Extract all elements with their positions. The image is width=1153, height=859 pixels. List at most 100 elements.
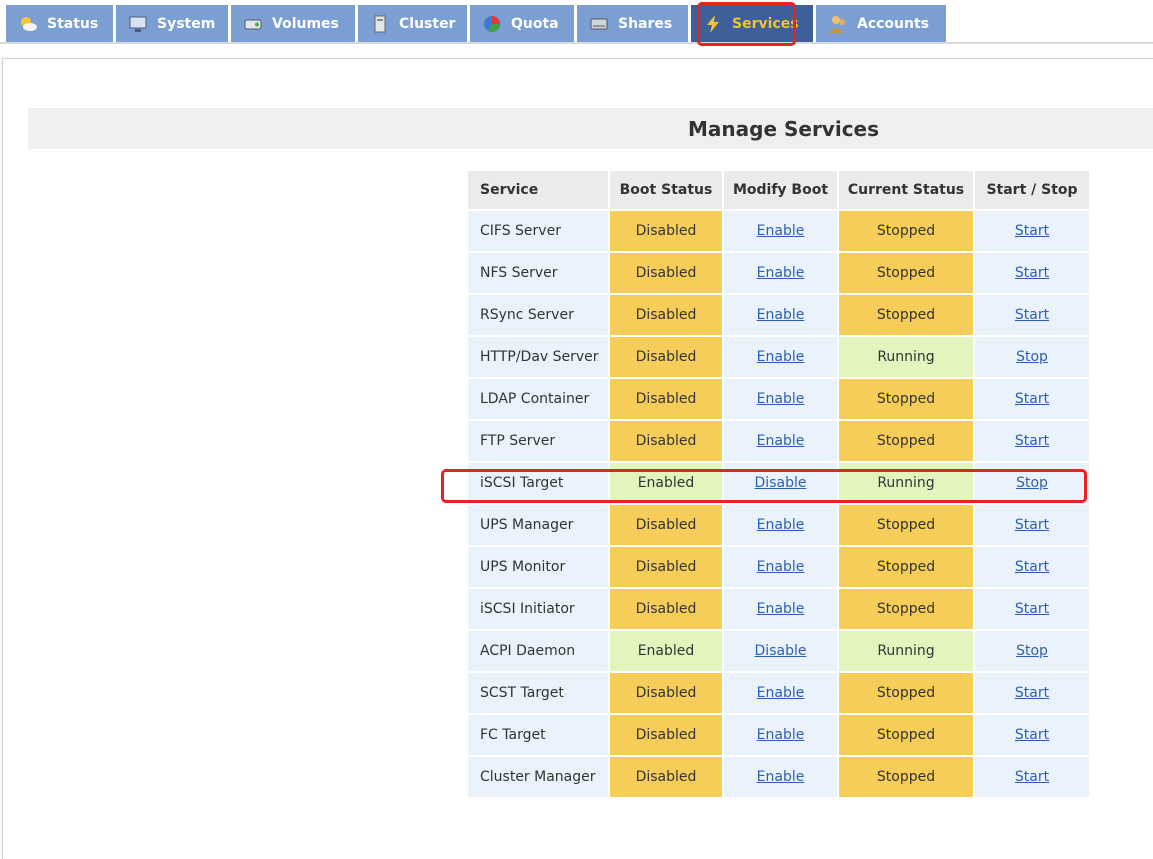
- stop-link[interactable]: Stop: [1016, 349, 1048, 365]
- table-row: FTP Server Disabled Enable Stopped Start: [468, 421, 1089, 461]
- start-stop-cell: Start: [975, 421, 1089, 461]
- tab-shares[interactable]: Shares: [577, 5, 688, 42]
- start-link[interactable]: Start: [1015, 559, 1049, 575]
- start-link[interactable]: Start: [1015, 727, 1049, 743]
- users-icon: [828, 14, 848, 34]
- modify-boot-cell: Enable: [724, 295, 837, 335]
- services-table: Service Boot Status Modify Boot Current …: [466, 169, 1091, 799]
- main-tab-bar: Status System Volumes Cluster Quota Shar…: [0, 0, 1153, 44]
- disable-boot-link[interactable]: Disable: [755, 643, 807, 659]
- drive-icon: [589, 14, 609, 34]
- start-link[interactable]: Start: [1015, 433, 1049, 449]
- lightning-icon: [703, 14, 723, 34]
- table-row: ACPI Daemon Enabled Disable Running Stop: [468, 631, 1089, 671]
- service-name: NFS Server: [468, 253, 608, 293]
- start-link[interactable]: Start: [1015, 307, 1049, 323]
- service-name: FC Target: [468, 715, 608, 755]
- tab-accounts[interactable]: Accounts: [816, 5, 946, 42]
- tab-label: Services: [732, 15, 799, 32]
- start-link[interactable]: Start: [1015, 223, 1049, 239]
- start-stop-cell: Start: [975, 757, 1089, 797]
- current-status: Stopped: [839, 505, 973, 545]
- start-link[interactable]: Start: [1015, 769, 1049, 785]
- service-name: RSync Server: [468, 295, 608, 335]
- boot-status: Disabled: [610, 673, 722, 713]
- current-status: Stopped: [839, 253, 973, 293]
- disable-boot-link[interactable]: Disable: [755, 475, 807, 491]
- start-link[interactable]: Start: [1015, 517, 1049, 533]
- enable-boot-link[interactable]: Enable: [757, 685, 805, 701]
- service-name: LDAP Container: [468, 379, 608, 419]
- enable-boot-link[interactable]: Enable: [757, 727, 805, 743]
- disk-icon: [243, 14, 263, 34]
- stop-link[interactable]: Stop: [1016, 475, 1048, 491]
- table-row: UPS Monitor Disabled Enable Stopped Start: [468, 547, 1089, 587]
- table-row: iSCSI Target Enabled Disable Running Stop: [468, 463, 1089, 503]
- table-row: LDAP Container Disabled Enable Stopped Start: [468, 379, 1089, 419]
- enable-boot-link[interactable]: Enable: [757, 349, 805, 365]
- header-modify-boot: Modify Boot: [724, 171, 837, 209]
- boot-status: Disabled: [610, 547, 722, 587]
- start-stop-cell: Start: [975, 547, 1089, 587]
- start-stop-cell: Start: [975, 295, 1089, 335]
- table-row: iSCSI Initiator Disabled Enable Stopped Star…: [468, 589, 1089, 629]
- current-status: Stopped: [839, 421, 973, 461]
- enable-boot-link[interactable]: Enable: [757, 517, 805, 533]
- start-link[interactable]: Start: [1015, 391, 1049, 407]
- tab-label: Accounts: [857, 15, 930, 32]
- modify-boot-cell: Enable: [724, 421, 837, 461]
- tab-label: Quota: [511, 15, 559, 32]
- table-row: HTTP/Dav Server Disabled Enable Running Stop: [468, 337, 1089, 377]
- service-name: Cluster Manager: [468, 757, 608, 797]
- service-name: CIFS Server: [468, 211, 608, 251]
- page-title: Manage Services: [688, 117, 880, 141]
- start-stop-cell: Start: [975, 589, 1089, 629]
- enable-boot-link[interactable]: Enable: [757, 307, 805, 323]
- modify-boot-cell: Enable: [724, 715, 837, 755]
- boot-status: Enabled: [610, 463, 722, 503]
- boot-status: Disabled: [610, 253, 722, 293]
- boot-status: Enabled: [610, 631, 722, 671]
- tab-system[interactable]: System: [116, 5, 228, 42]
- header-service: Service: [468, 171, 608, 209]
- enable-boot-link[interactable]: Enable: [757, 559, 805, 575]
- start-link[interactable]: Start: [1015, 601, 1049, 617]
- header-start-stop: Start / Stop: [975, 171, 1089, 209]
- server-icon: [370, 14, 390, 34]
- tab-cluster[interactable]: Cluster: [358, 5, 467, 42]
- current-status: Running: [839, 337, 973, 377]
- enable-boot-link[interactable]: Enable: [757, 769, 805, 785]
- stop-link[interactable]: Stop: [1016, 643, 1048, 659]
- current-status: Stopped: [839, 211, 973, 251]
- table-row: UPS Manager Disabled Enable Stopped Start: [468, 505, 1089, 545]
- start-stop-cell: Start: [975, 505, 1089, 545]
- service-name: UPS Manager: [468, 505, 608, 545]
- enable-boot-link[interactable]: Enable: [757, 265, 805, 281]
- start-link[interactable]: Start: [1015, 685, 1049, 701]
- enable-boot-link[interactable]: Enable: [757, 433, 805, 449]
- table-row: Cluster Manager Disabled Enable Stopped Star…: [468, 757, 1089, 797]
- tab-services[interactable]: Services: [691, 5, 813, 42]
- boot-status: Disabled: [610, 337, 722, 377]
- current-status: Stopped: [839, 673, 973, 713]
- tab-label: Shares: [618, 15, 673, 32]
- table-row: SCST Target Disabled Enable Stopped Start: [468, 673, 1089, 713]
- enable-boot-link[interactable]: Enable: [757, 223, 805, 239]
- table-header-row: Service Boot Status Modify Boot Current …: [468, 171, 1089, 209]
- tab-label: System: [157, 15, 216, 32]
- service-name: HTTP/Dav Server: [468, 337, 608, 377]
- tab-quota[interactable]: Quota: [470, 5, 574, 42]
- tab-status[interactable]: Status: [6, 5, 113, 42]
- start-link[interactable]: Start: [1015, 265, 1049, 281]
- enable-boot-link[interactable]: Enable: [757, 391, 805, 407]
- tab-volumes[interactable]: Volumes: [231, 5, 355, 42]
- current-status: Stopped: [839, 757, 973, 797]
- title-bar: [28, 108, 1153, 149]
- modify-boot-cell: Enable: [724, 253, 837, 293]
- current-status: Stopped: [839, 715, 973, 755]
- enable-boot-link[interactable]: Enable: [757, 601, 805, 617]
- boot-status: Disabled: [610, 295, 722, 335]
- boot-status: Disabled: [610, 505, 722, 545]
- modify-boot-cell: Disable: [724, 463, 837, 503]
- start-stop-cell: Start: [975, 715, 1089, 755]
